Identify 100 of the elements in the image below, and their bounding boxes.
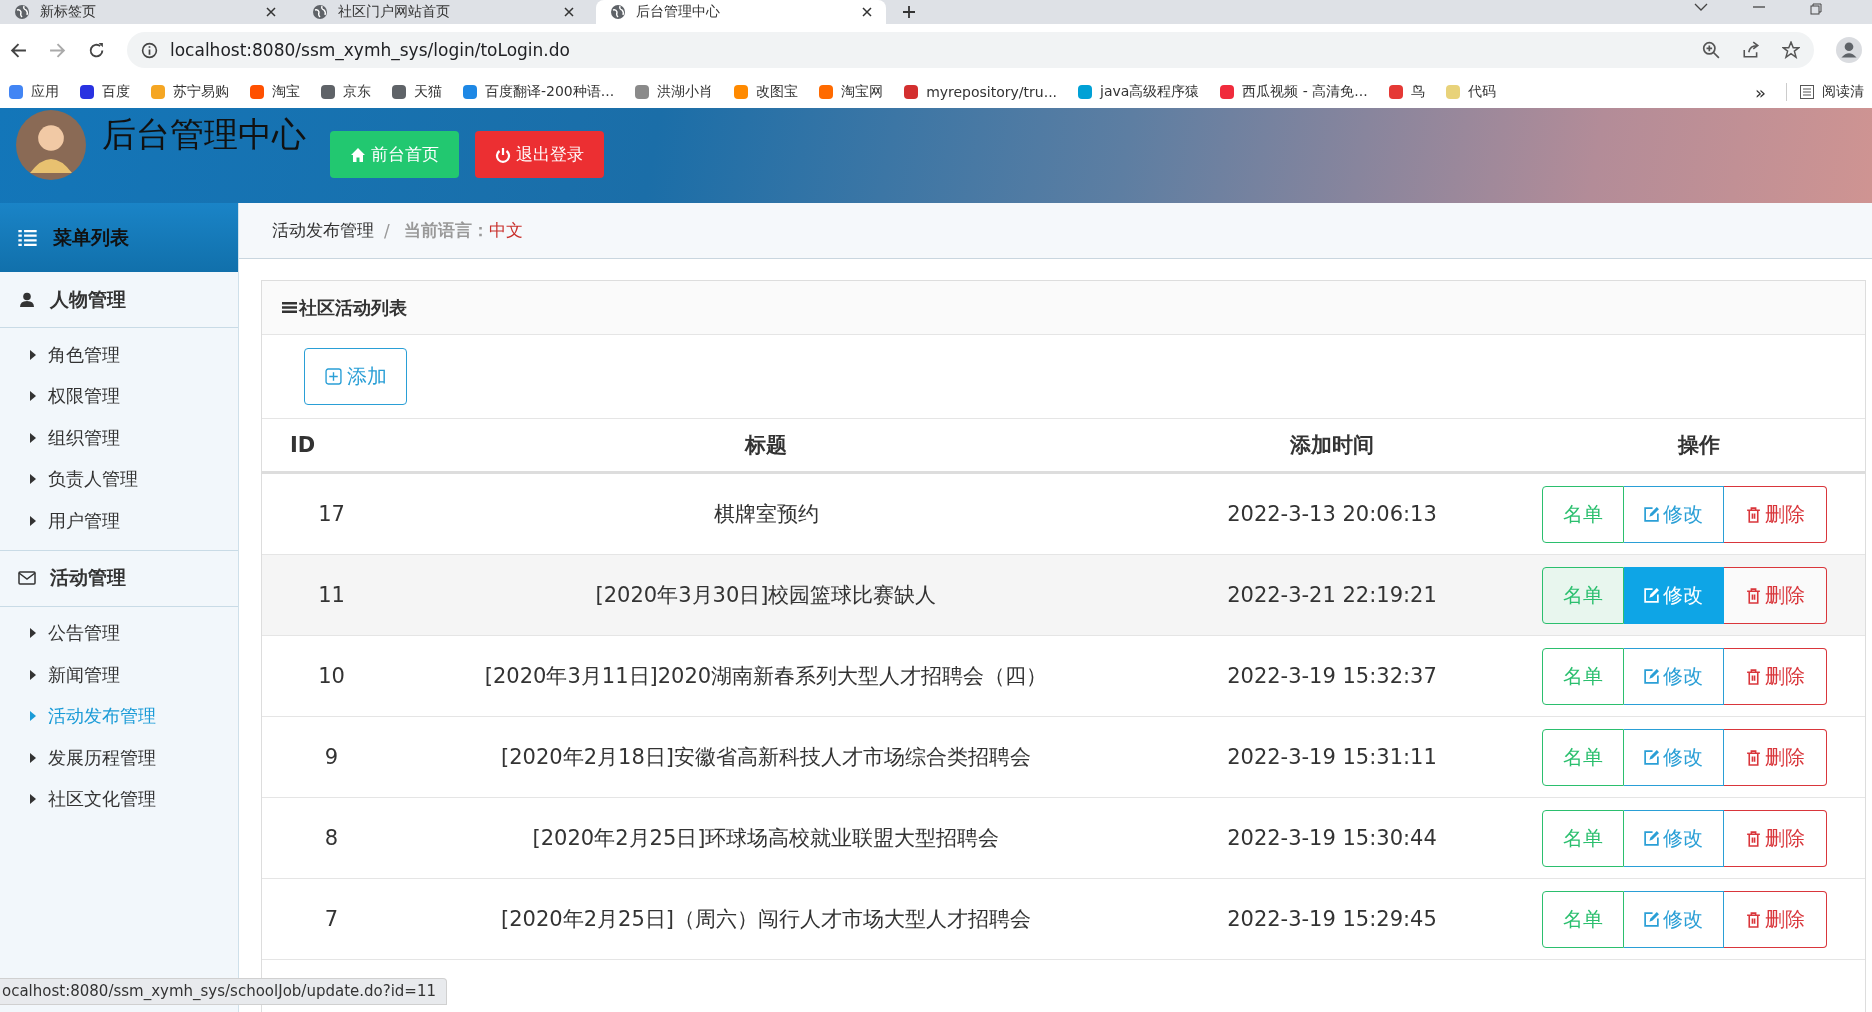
bookmark[interactable]: 改图宝 <box>733 83 799 101</box>
table-cell: 2022-3-19 15:30:44 <box>1131 797 1533 879</box>
profile-icon[interactable] <box>1836 37 1862 63</box>
power-icon <box>495 146 511 163</box>
action-button[interactable]: 删除 <box>1723 647 1827 705</box>
restore-icon[interactable] <box>1810 3 1822 15</box>
plus-icon[interactable] <box>902 5 916 19</box>
column-header: 标题 <box>401 419 1131 473</box>
edit-icon <box>1643 505 1660 523</box>
action-button[interactable]: 删除 <box>1723 890 1827 948</box>
close-icon[interactable] <box>862 7 872 17</box>
globe-icon <box>14 4 30 20</box>
caret-icon <box>30 474 36 485</box>
bookmark[interactable]: 百度翻译-200种语... <box>462 83 615 101</box>
avatar <box>16 110 86 180</box>
caret-icon <box>30 669 36 680</box>
menu-item[interactable]: 发展历程管理 <box>0 737 238 779</box>
reading-list[interactable]: 阅读清 <box>1786 83 1864 101</box>
language-value: 中文 <box>488 219 523 242</box>
table-cell: [2020年3月11日]2020湖南新春系列大型人才招聘会（四） <box>401 635 1131 717</box>
share-icon[interactable] <box>1742 41 1760 59</box>
table-cell: 11 <box>262 554 401 636</box>
trash-icon <box>1744 586 1762 604</box>
bookmark[interactable]: 苏宁易购 <box>150 83 229 101</box>
table-cell: [2020年2月25日]（周六）闯行人才市场大型人才招聘会 <box>401 878 1131 960</box>
back-icon[interactable] <box>10 41 27 59</box>
caret-icon <box>30 432 36 443</box>
home-icon <box>350 146 366 163</box>
close-icon[interactable] <box>266 7 276 17</box>
minimize-icon[interactable] <box>1752 3 1766 11</box>
browser-tab[interactable]: 社区门户网站首页 <box>298 0 588 24</box>
table-cell: 2022-3-21 22:19:21 <box>1131 554 1533 636</box>
table-cell: [2020年3月30日]校园篮球比赛缺人 <box>401 554 1131 636</box>
caret-icon <box>30 515 36 526</box>
bookmark[interactable]: 淘宝网 <box>818 83 884 101</box>
globe-icon <box>610 4 626 20</box>
bookmark[interactable]: 代码 <box>1444 83 1496 101</box>
language-label: 当前语言： <box>403 219 489 242</box>
bookmark[interactable]: 应用 <box>8 83 59 101</box>
trash-icon <box>1744 748 1762 766</box>
address-bar[interactable]: localhost:8080/ssm_xymh_sys/login/toLogin.do <box>127 32 1814 68</box>
globe-icon <box>312 4 328 20</box>
menu-icon <box>282 301 297 314</box>
table-cell: 棋牌室预约 <box>401 472 1131 555</box>
table-cell: 17 <box>262 472 401 555</box>
bookmark[interactable]: 天猫 <box>391 83 442 101</box>
caret-icon <box>30 391 36 402</box>
bookmark[interactable]: 西瓜视频 - 高清免... <box>1219 83 1368 101</box>
list-icon <box>1799 84 1815 100</box>
column-header: 操作 <box>1533 419 1865 473</box>
reload-icon[interactable] <box>88 41 105 59</box>
trash-icon <box>1744 910 1762 928</box>
caret-icon <box>30 628 36 639</box>
table-cell: 9 <box>262 716 401 798</box>
menu-item[interactable]: 用户管理 <box>0 500 238 542</box>
menu-icon <box>18 229 37 246</box>
menu-item[interactable]: 权限管理 <box>0 375 238 417</box>
bookmark[interactable]: 京东 <box>320 83 371 101</box>
edit-icon <box>1643 667 1660 685</box>
menu-item[interactable]: 角色管理 <box>0 334 238 376</box>
bookmark[interactable]: myrepository/tru... <box>903 84 1058 100</box>
menu-item[interactable]: 新闻管理 <box>0 654 238 696</box>
menu-item[interactable]: 负责人管理 <box>0 458 238 500</box>
chevron-down-icon[interactable] <box>1694 3 1708 11</box>
action-button[interactable]: 删除 <box>1723 566 1827 624</box>
caret-icon <box>30 349 36 360</box>
bookmark[interactable]: java高级程序猿 <box>1077 83 1200 101</box>
close-icon[interactable] <box>564 7 574 17</box>
browser-tab[interactable]: 新标签页 <box>0 0 290 24</box>
breadcrumb-separator: / <box>384 220 390 241</box>
trash-icon <box>1744 829 1762 847</box>
header-button[interactable]: 退出登录 <box>475 131 604 178</box>
bookmark[interactable]: 百度 <box>79 83 130 101</box>
site-title: 后台管理中心 <box>102 113 306 156</box>
bookmark[interactable]: 淘宝 <box>249 83 300 101</box>
browser-tab[interactable]: 后台管理中心 <box>596 0 886 24</box>
menu-item[interactable]: 组织管理 <box>0 417 238 459</box>
menu-group[interactable]: 人物管理 <box>0 272 238 328</box>
menu-group[interactable]: 活动管理 <box>0 550 238 607</box>
table-cell: 2022-3-19 15:31:11 <box>1131 716 1533 798</box>
url-text: localhost:8080/ssm_xymh_sys/login/toLogin.do <box>170 40 570 60</box>
menu-item[interactable]: 公告管理 <box>0 612 238 654</box>
breadcrumb-item: 活动发布管理 <box>272 219 374 242</box>
table-cell: 10 <box>262 635 401 717</box>
menu-item[interactable]: 社区文化管理 <box>0 778 238 820</box>
bookmark[interactable]: 鸟 <box>1387 83 1425 101</box>
caret-icon <box>30 752 36 763</box>
table-cell: 2022-3-19 15:32:37 <box>1131 635 1533 717</box>
edit-icon <box>1643 748 1660 766</box>
caret-icon <box>30 711 36 722</box>
table-cell: [2020年2月18日]安徽省高新科技人才市场综合类招聘会 <box>401 716 1131 798</box>
trash-icon <box>1744 505 1762 523</box>
star-icon[interactable] <box>1782 41 1800 59</box>
zoom-icon[interactable] <box>1702 41 1720 59</box>
action-button[interactable]: 删除 <box>1723 728 1827 786</box>
overflow-chevron[interactable]: » <box>1755 81 1766 103</box>
column-header: ID <box>262 419 401 473</box>
action-button[interactable]: 删除 <box>1723 485 1827 543</box>
action-button[interactable]: 删除 <box>1723 809 1827 867</box>
bookmark[interactable]: 洪湖小肖 <box>634 83 714 101</box>
